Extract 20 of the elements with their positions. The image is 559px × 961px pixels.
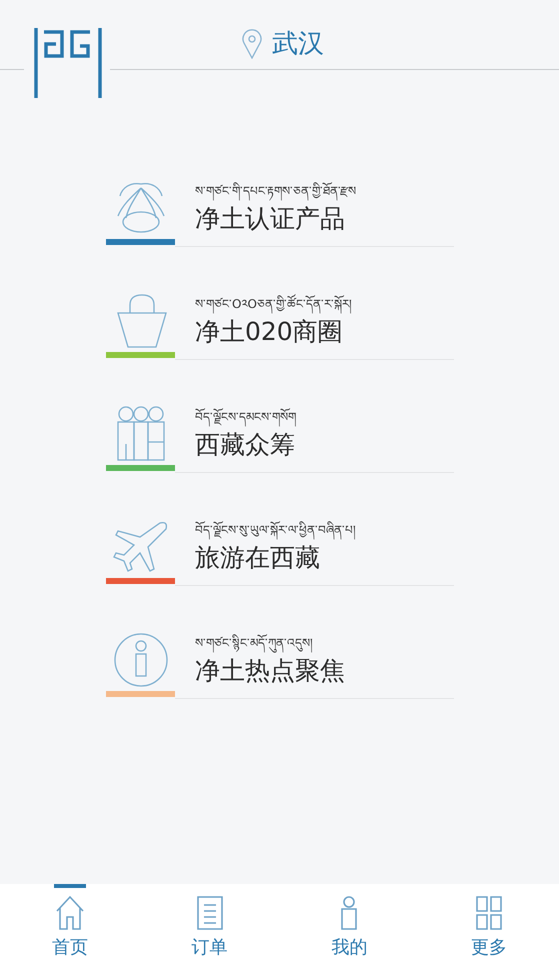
nav-tab[interactable]: 我的: [280, 884, 420, 961]
tibetan-subtitle: ས་གཙང་སྙིང་མདོ་ཀུན་འདུས།: [195, 634, 454, 652]
nav-tab[interactable]: 更多: [419, 884, 559, 961]
location-pin-icon: [242, 28, 262, 58]
city-label[interactable]: 武汉: [272, 26, 324, 61]
person-icon: [339, 895, 360, 931]
menu-title[interactable]: 旅游在西藏: [195, 541, 454, 575]
document-icon: [196, 895, 224, 931]
menu-title[interactable]: 净土热点聚焦: [195, 654, 454, 688]
grid-icon: [475, 895, 504, 931]
menu-title[interactable]: 西藏众筹: [195, 428, 454, 462]
tibetan-subtitle: ས་གཙང་གི་དཔང་རྟགས་ཅན་གྱི་ཐོན་རྫས: [195, 182, 454, 200]
menu-title[interactable]: 净土020商圈: [195, 315, 454, 349]
tibetan-subtitle: ས་གཙང་O༢Oཅན་གྱི་ཚོང་དོན་ར་སྐོར།: [195, 295, 454, 313]
menu-title[interactable]: 净土认证产品: [195, 202, 454, 236]
home-icon: [54, 895, 85, 931]
tibetan-subtitle: བོད་ལྗོངས་སུ་ཡུལ་སྐོར་ལ་ཕྱིན་བཞིན་པ།: [195, 521, 454, 539]
tibetan-subtitle: བོད་ལྗོངས་དམངས་གསོག: [195, 408, 454, 426]
nav-tab[interactable]: 首页: [0, 884, 140, 961]
nav-tab[interactable]: 订单: [140, 884, 280, 961]
